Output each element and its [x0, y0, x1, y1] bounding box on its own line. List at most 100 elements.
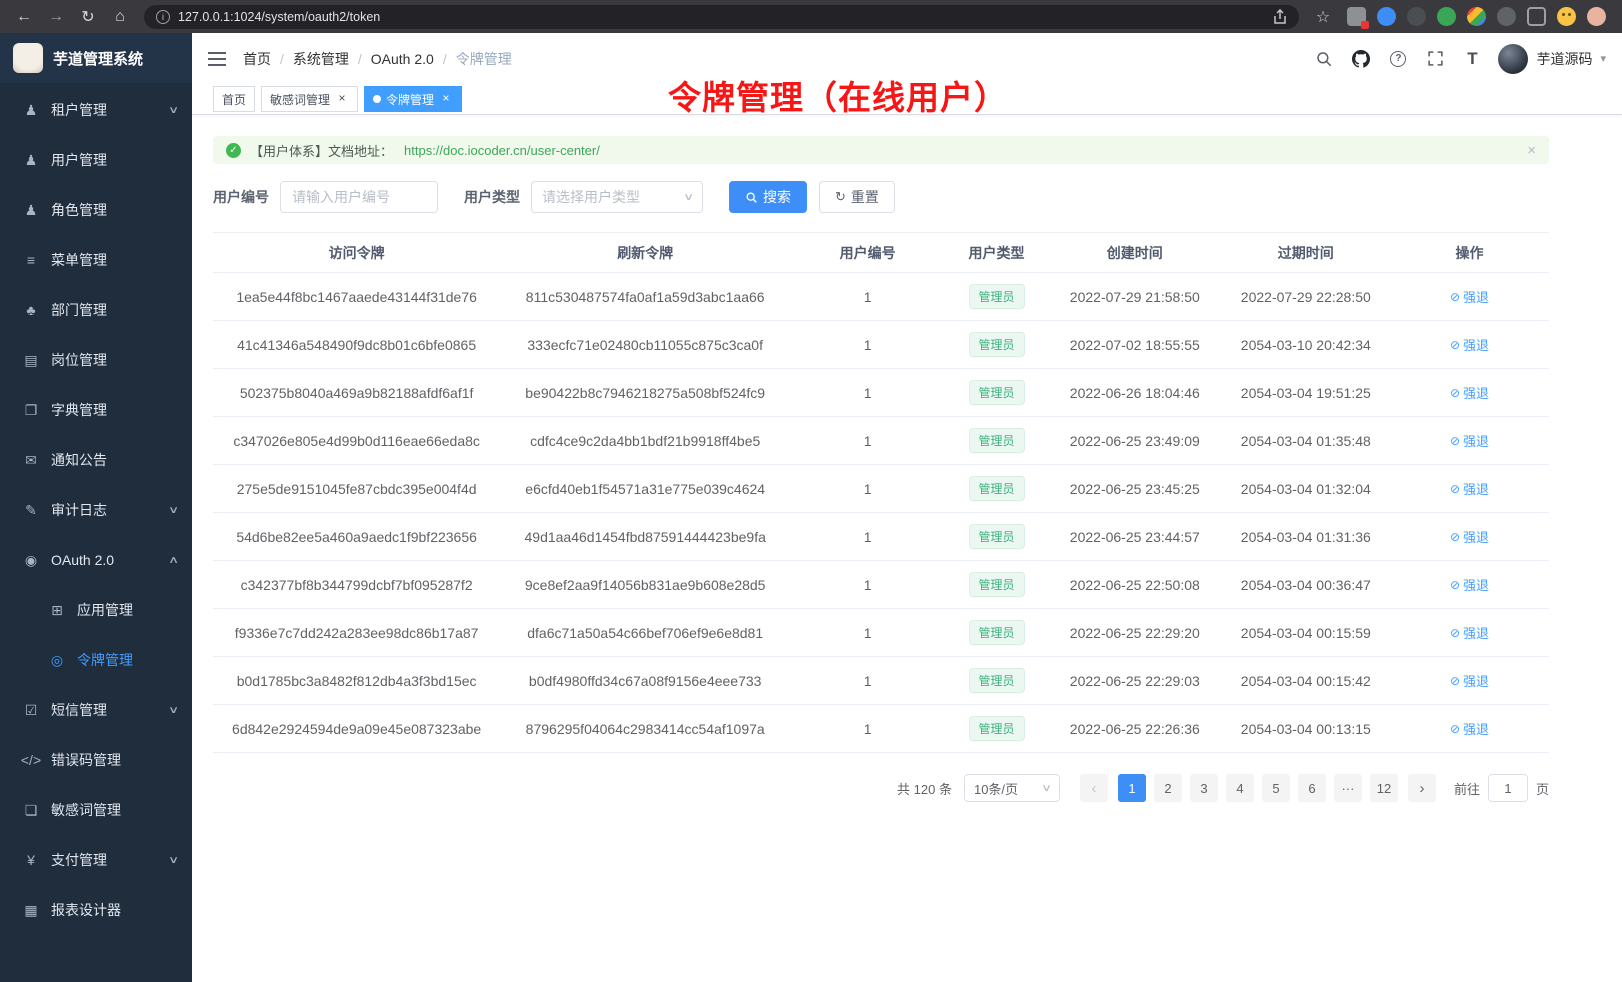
user-type-badge: 管理员 — [969, 284, 1025, 309]
page-number-button[interactable]: 3 — [1190, 774, 1218, 802]
force-logout-link[interactable]: ⊘ 强退 — [1450, 383, 1489, 402]
create-time-cell: 2022-06-25 23:49:09 — [1048, 417, 1222, 465]
search-icon[interactable] — [1313, 48, 1335, 70]
sidebar-item[interactable]: ♣ 部门管理 — [0, 285, 192, 335]
force-logout-link[interactable]: ⊘ 强退 — [1450, 431, 1489, 450]
url-text[interactable]: 127.0.0.1:1024/system/oauth2/token — [178, 10, 1265, 24]
user-menu[interactable]: 芋道源码 ▾ — [1498, 44, 1606, 74]
url-bar[interactable]: i 127.0.0.1:1024/system/oauth2/token — [144, 5, 1299, 29]
force-logout-link[interactable]: ⊘ 强退 — [1450, 287, 1489, 306]
force-logout-icon: ⊘ — [1450, 482, 1460, 496]
extensions-puzzle-icon[interactable] — [1467, 7, 1486, 26]
app-logo[interactable]: 芋道管理系统 — [0, 33, 192, 83]
user-id-cell: 1 — [790, 465, 945, 513]
user-id-input[interactable] — [280, 181, 438, 213]
sidebar-item-label: 用户管理 — [51, 150, 107, 170]
goto-suffix: 页 — [1536, 779, 1549, 798]
prev-page-button[interactable]: ‹ — [1080, 774, 1108, 802]
force-logout-icon: ⊘ — [1450, 386, 1460, 400]
sidebar-item[interactable]: ▦ 报表设计器 — [0, 885, 192, 935]
search-button[interactable]: 搜索 — [729, 181, 807, 213]
reset-button[interactable]: ↻ 重置 — [819, 181, 895, 213]
breadcrumb-item[interactable]: 系统管理 — [293, 49, 349, 69]
browser-menu-icon[interactable] — [1587, 7, 1606, 26]
site-info-icon[interactable]: i — [156, 10, 170, 24]
profile-avatar-icon[interactable] — [1557, 7, 1576, 26]
blue-extension-icon[interactable] — [1377, 7, 1396, 26]
user-type-badge: 管理员 — [969, 668, 1025, 693]
action-cell: ⊘ 强退 — [1390, 273, 1549, 321]
sidebar-item[interactable]: ❏ 敏感词管理 — [0, 785, 192, 835]
sidebar-item[interactable]: ◎ 令牌管理 — [0, 635, 192, 685]
action-cell: ⊘ 强退 — [1390, 369, 1549, 417]
back-icon[interactable]: ← — [10, 4, 38, 30]
create-time-cell: 2022-07-29 21:58:50 — [1048, 273, 1222, 321]
force-logout-link[interactable]: ⊘ 强退 — [1450, 623, 1489, 642]
share-icon[interactable] — [1273, 9, 1287, 25]
sidebar-item[interactable]: ≡ 菜单管理 — [0, 235, 192, 285]
page-number-button[interactable]: 6 — [1298, 774, 1326, 802]
main-area: 首页 / 系统管理 / OAuth 2.0 / 令牌管理 — [192, 33, 1622, 982]
sensitive-word-icon: ❏ — [20, 802, 42, 819]
sidebar-item[interactable]: ¥ 支付管理 ∨ — [0, 835, 192, 885]
bookmark-star-icon[interactable]: ☆ — [1309, 4, 1337, 30]
page-number-button[interactable]: 5 — [1262, 774, 1290, 802]
page-size-select[interactable]: 10条/页 ∨ — [964, 774, 1060, 802]
reload-icon[interactable]: ↻ — [74, 4, 102, 30]
page-number-button[interactable]: 2 — [1154, 774, 1182, 802]
font-size-icon[interactable]: T — [1461, 48, 1483, 70]
user-type-select[interactable]: 请选择用户类型 ∨ — [531, 181, 703, 213]
goto-page-input[interactable] — [1488, 774, 1528, 802]
next-page-button[interactable]: › — [1408, 774, 1436, 802]
close-icon[interactable]: × — [335, 92, 349, 106]
fullscreen-icon[interactable] — [1424, 48, 1446, 70]
doc-link[interactable]: https://doc.iocoder.cn/user-center/ — [404, 143, 600, 158]
token-manage-icon: ◎ — [46, 652, 68, 669]
help-icon[interactable]: ? — [1387, 48, 1409, 70]
side-panel-icon[interactable] — [1527, 7, 1546, 26]
paw-extension-icon[interactable] — [1497, 7, 1516, 26]
forward-icon[interactable]: → — [42, 4, 70, 30]
sidebar-collapse-icon[interactable] — [208, 52, 226, 66]
force-logout-link[interactable]: ⊘ 强退 — [1450, 527, 1489, 546]
tab-label: 首页 — [222, 91, 246, 108]
home-icon[interactable]: ⌂ — [106, 4, 134, 30]
page-tab[interactable]: 令牌管理 × — [364, 86, 462, 112]
force-logout-link[interactable]: ⊘ 强退 — [1450, 575, 1489, 594]
github-icon[interactable] — [1350, 48, 1372, 70]
page-number-button[interactable]: ··· — [1334, 774, 1362, 802]
user-id-cell: 1 — [790, 561, 945, 609]
dark-extension-icon[interactable] — [1407, 7, 1426, 26]
sidebar-item[interactable]: ❐ 字典管理 — [0, 385, 192, 435]
sidebar-item[interactable]: ♟ 用户管理 — [0, 135, 192, 185]
sidebar-item[interactable]: ♟ 角色管理 — [0, 185, 192, 235]
sidebar-item[interactable]: ◉ OAuth 2.0 ∧ — [0, 535, 192, 585]
page-number-button[interactable]: 4 — [1226, 774, 1254, 802]
post-icon: ▤ — [20, 352, 42, 369]
action-cell: ⊘ 强退 — [1390, 321, 1549, 369]
force-logout-link[interactable]: ⊘ 强退 — [1450, 671, 1489, 690]
access-token-cell: c347026e805e4d99b0d116eae66eda8c — [213, 417, 500, 465]
sidebar-item[interactable]: ✉ 通知公告 — [0, 435, 192, 485]
force-logout-link[interactable]: ⊘ 强退 — [1450, 719, 1489, 738]
sidebar-item[interactable]: ☑ 短信管理 ∨ — [0, 685, 192, 735]
breadcrumb-item[interactable]: 首页 — [243, 49, 271, 69]
alert-close-icon[interactable]: × — [1527, 142, 1536, 159]
sidebar-item[interactable]: ▤ 岗位管理 — [0, 335, 192, 385]
green-extension-icon[interactable] — [1437, 7, 1456, 26]
page-tab[interactable]: 敏感词管理 × — [261, 86, 358, 112]
force-logout-link[interactable]: ⊘ 强退 — [1450, 335, 1489, 354]
adblock-extension-icon[interactable] — [1347, 7, 1366, 26]
breadcrumb-item[interactable]: 令牌管理 — [456, 49, 512, 69]
breadcrumb-item[interactable]: OAuth 2.0 — [371, 51, 434, 67]
page-tab[interactable]: 首页 — [213, 86, 255, 112]
sidebar-item[interactable]: ⊞ 应用管理 — [0, 585, 192, 635]
sidebar-item[interactable]: ✎ 审计日志 ∨ — [0, 485, 192, 535]
sidebar-item[interactable]: ♟ 租户管理 ∨ — [0, 85, 192, 135]
page-number-button[interactable]: 1 — [1118, 774, 1146, 802]
force-logout-link[interactable]: ⊘ 强退 — [1450, 479, 1489, 498]
page-number-button[interactable]: 12 — [1370, 774, 1398, 802]
close-icon[interactable]: × — [439, 92, 453, 106]
access-token-cell: 41c41346a548490f9dc8b01c6bfe0865 — [213, 321, 500, 369]
sidebar-item[interactable]: </> 错误码管理 — [0, 735, 192, 785]
